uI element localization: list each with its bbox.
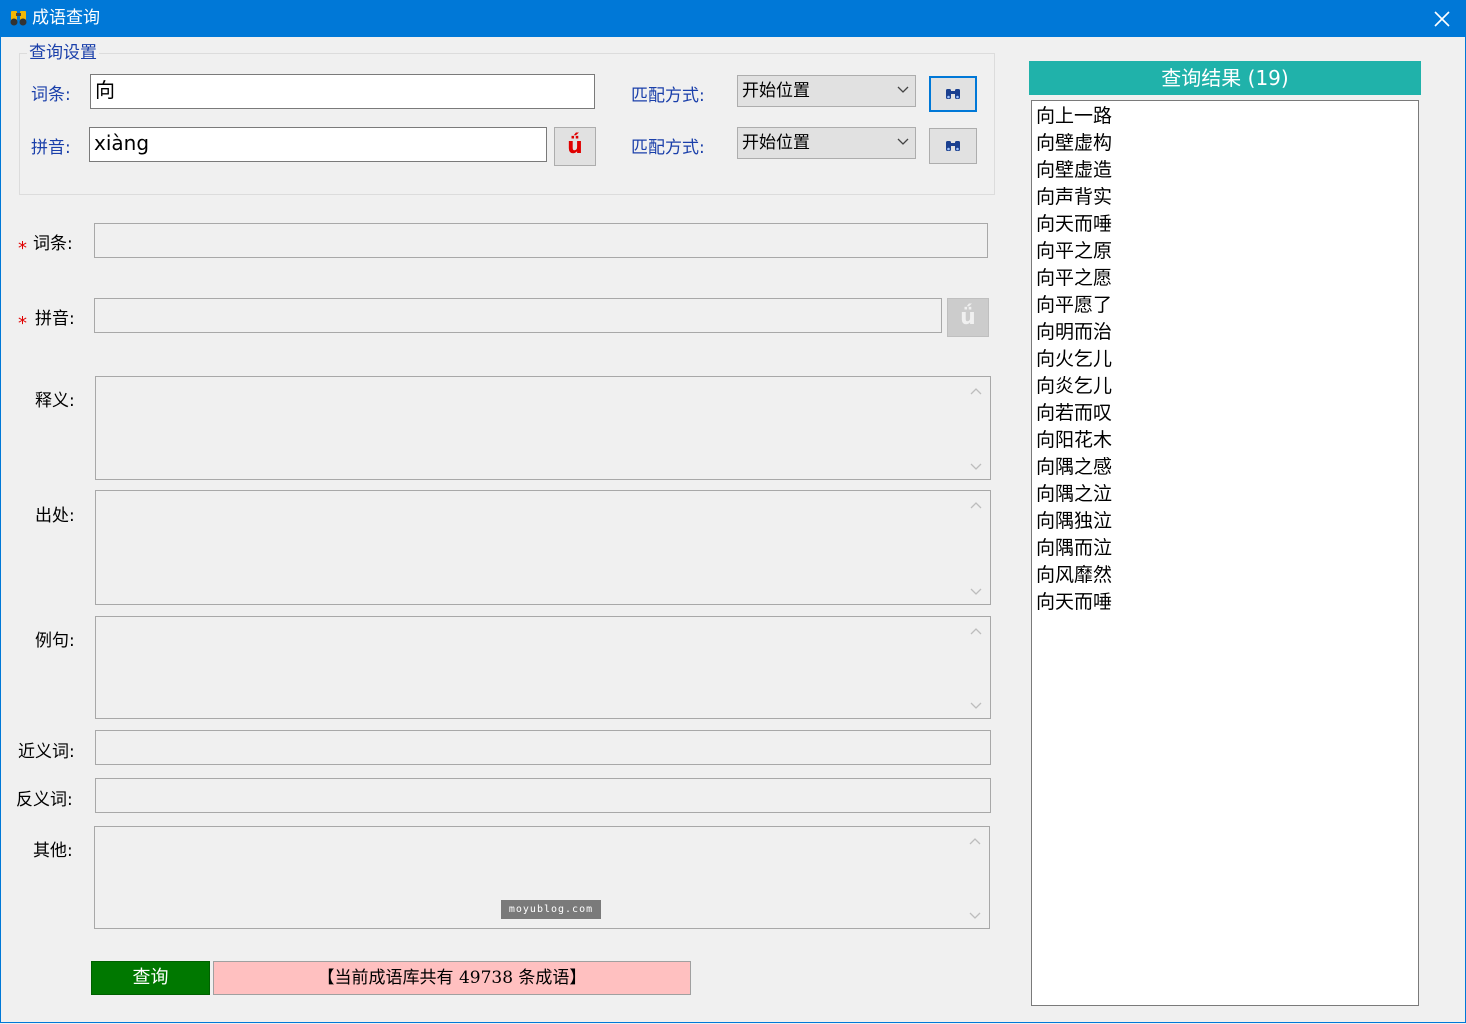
detail-antonym-label: 反义词: — [16, 790, 73, 810]
detail-meaning-textarea[interactable] — [95, 376, 991, 480]
result-list-item[interactable]: 向若而叹 — [1036, 400, 1418, 427]
detail-pinyin-tone-button[interactable]: ǘ — [947, 298, 989, 337]
chevron-down-icon — [970, 588, 982, 595]
binoculars-icon — [946, 141, 960, 151]
chevron-down-icon — [970, 463, 982, 470]
result-list-item[interactable]: 向火乞儿 — [1036, 346, 1418, 373]
result-list-item[interactable]: 向明而治 — [1036, 319, 1418, 346]
match-mode-select-1[interactable]: 开始位置 — [737, 75, 916, 107]
result-list-item[interactable]: 向隅而泣 — [1036, 535, 1418, 562]
result-list-item[interactable]: 向风靡然 — [1036, 562, 1418, 589]
result-list-item[interactable]: 向平愿了 — [1036, 292, 1418, 319]
search-pinyin-label: 拼音: — [31, 138, 71, 158]
detail-entry-field[interactable] — [94, 223, 988, 258]
result-list-item[interactable]: 向天而唾 — [1036, 589, 1418, 616]
window-title: 成语查询 — [32, 8, 100, 28]
query-button[interactable]: 查询 — [91, 961, 210, 995]
match-mode-label-2: 匹配方式: — [631, 138, 705, 158]
detail-example-label: 例句: — [35, 631, 75, 651]
watermark: moyublog.com — [501, 900, 601, 919]
result-list-item[interactable]: 向炎乞儿 — [1036, 373, 1418, 400]
chevron-up-icon — [970, 628, 982, 635]
result-list-item[interactable]: 向壁虚构 — [1036, 130, 1418, 157]
vertical-scrollbar[interactable] — [963, 617, 990, 718]
required-mark: * — [18, 313, 27, 334]
vertical-scrollbar[interactable] — [963, 491, 990, 604]
result-list-item[interactable]: 向平之愿 — [1036, 265, 1418, 292]
result-list-item[interactable]: 向壁虚造 — [1036, 157, 1418, 184]
search-pinyin-button[interactable] — [929, 128, 977, 164]
results-list[interactable]: 向上一路 向壁虚构 向壁虚造 向声背实 向天而唾 向平之原 向平之愿 向平愿了 向明而治 向火乞儿… — [1031, 100, 1419, 1006]
detail-synonym-field[interactable] — [95, 730, 991, 765]
required-mark: * — [18, 238, 27, 259]
detail-pinyin-label: 拼音: — [35, 309, 75, 329]
detail-example-textarea[interactable] — [95, 616, 991, 719]
search-entry-label: 词条: — [31, 85, 71, 105]
close-icon — [1434, 10, 1450, 27]
detail-other-label: 其他: — [33, 841, 73, 861]
match-mode-label-1: 匹配方式: — [631, 86, 705, 106]
detail-source-textarea[interactable] — [95, 490, 991, 605]
detail-pinyin-field[interactable] — [94, 298, 942, 333]
detail-meaning-label: 释义: — [35, 391, 75, 411]
detail-antonym-field[interactable] — [95, 778, 991, 813]
search-entry-input[interactable]: 向 — [90, 74, 595, 109]
close-button[interactable] — [1418, 0, 1466, 37]
result-list-item[interactable]: 向阳花木 — [1036, 427, 1418, 454]
detail-source-label: 出处: — [35, 506, 75, 526]
detail-entry-label: 词条: — [33, 234, 73, 254]
chevron-up-icon — [969, 838, 981, 845]
result-list-item[interactable]: 向隅独泣 — [1036, 508, 1418, 535]
search-entry-button[interactable] — [929, 76, 977, 112]
binoculars-icon — [946, 89, 960, 99]
results-header: 查询结果 (19) — [1029, 61, 1421, 95]
chevron-up-icon — [970, 388, 982, 395]
title-bar: 成语查询 — [0, 0, 1466, 37]
result-list-item[interactable]: 向声背实 — [1036, 184, 1418, 211]
vertical-scrollbar[interactable] — [962, 827, 989, 928]
pinyin-tone-glyph: ǘ — [567, 133, 583, 159]
chevron-down-icon — [897, 86, 909, 93]
chevron-down-icon — [969, 912, 981, 919]
match-mode-select-2[interactable]: 开始位置 — [737, 127, 916, 159]
result-list-item[interactable]: 向隅之泣 — [1036, 481, 1418, 508]
detail-synonym-label: 近义词: — [18, 742, 75, 762]
chevron-up-icon — [970, 502, 982, 509]
search-pinyin-input[interactable]: xiàng — [89, 127, 547, 162]
chevron-down-icon — [970, 702, 982, 709]
binoculars-icon — [9, 8, 29, 28]
result-list-item[interactable]: 向平之原 — [1036, 238, 1418, 265]
pinyin-tone-glyph: ǘ — [960, 304, 976, 330]
pinyin-tone-button[interactable]: ǘ — [554, 127, 596, 166]
search-settings-legend: 查询设置 — [27, 42, 99, 64]
match-mode-value-1: 开始位置 — [742, 81, 810, 101]
match-mode-value-2: 开始位置 — [742, 133, 810, 153]
result-list-item[interactable]: 向天而唾 — [1036, 211, 1418, 238]
chevron-down-icon — [897, 138, 909, 145]
result-list-item[interactable]: 向隅之感 — [1036, 454, 1418, 481]
status-text: 【当前成语库共有 49738 条成语】 — [213, 961, 691, 995]
vertical-scrollbar[interactable] — [963, 377, 990, 479]
result-list-item[interactable]: 向上一路 — [1036, 103, 1418, 130]
